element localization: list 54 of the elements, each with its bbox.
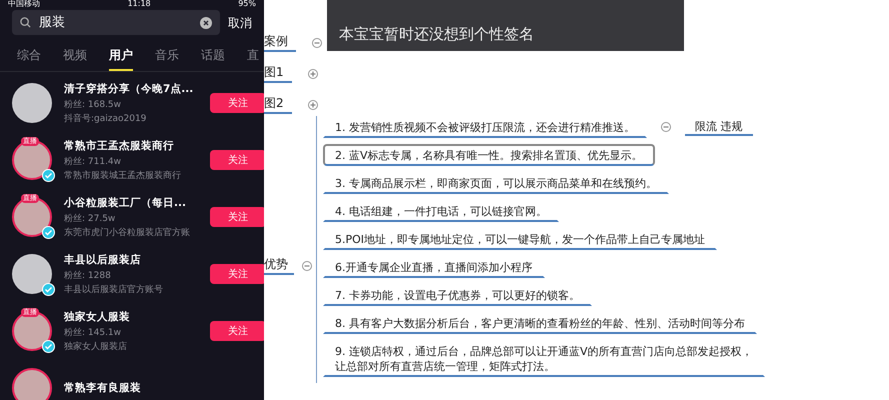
follow-button[interactable]: 关注 [210,207,264,227]
tab[interactable]: 用户 [109,41,133,71]
search-field[interactable]: 服装 [12,10,220,35]
mindmap-node[interactable]: 5.POI地址，即专属地址定位，可以一键导航，发一个作品带上自己专属地址 [323,228,718,250]
mindmap-node[interactable]: 8. 具有客户大数据分析后台，客户更清晰的查看粉丝的年龄、性别、活动时间等分布 [323,312,757,334]
mindmap-node[interactable]: 2. 蓝V标志专属，名称具有唯一性。搜索排名置顶、优先显示。 [323,144,655,166]
collapse-icon[interactable] [661,122,671,132]
tab[interactable]: 综合 [17,41,41,71]
user-name[interactable]: 独家女人服装 [64,310,132,324]
follow-button[interactable]: 关注 [210,321,264,341]
fans-count: 粉丝: 145.1w [64,328,122,338]
mindmap-node[interactable]: 图2 [264,95,292,114]
expand-icon[interactable] [308,100,318,110]
user-description: 东莞市虎门小谷粒服装店官方账 [64,228,191,238]
mindmap-node[interactable]: 9. 连锁店特权，通过后台，品牌总部可以让开通蓝V的所有直营门店向总部发起授权， 让总部对所有直营店统一管理，矩阵式打法。 [323,340,765,377]
user-name[interactable]: 常熟市王孟杰服装商行 [64,138,176,154]
follow-button[interactable]: 关注 [210,264,264,284]
mindmap-node[interactable]: 图1 [264,64,292,83]
mindmap-node[interactable]: 限流 违规 [685,118,752,136]
mindmap-node[interactable]: 优势 [264,256,294,275]
tab[interactable]: 话题 [201,41,225,71]
user-description: 常熟市服装城王孟杰服装商行 [64,170,182,182]
cancel-link[interactable]: 取消 [228,14,252,32]
mindmap-node[interactable]: 1. 发营销性质视频不会被评级打压限流，还会进行精准推送。 [323,116,647,138]
mindmap-node[interactable]: 4. 电话组建，一件打电话，可以链接官网。 [323,200,559,222]
user-name[interactable]: 常熟李有良服装 [64,380,143,396]
follow-button[interactable]: 关注 [210,93,264,113]
user-description: 丰县以后服装店官方账号 [64,284,164,296]
signature-text: 本宝宝暂时还没想到个性签名 [339,24,534,44]
clear-icon[interactable] [200,16,212,28]
time-text: 11:18 [128,0,151,8]
search-icon [20,17,31,28]
mindmap-node[interactable]: 6.开通专属企业直播，直播间添加小程序 [323,256,544,278]
fans-count: 粉丝: 1288 [64,270,112,282]
user-description: 抖音号:gaizao2019 [64,114,148,124]
tab[interactable]: 视频 [63,41,87,71]
mindmap-node[interactable]: 7. 卡券功能，设置电子优惠券，可以更好的锁客。 [323,284,592,306]
user-name[interactable]: 小谷粒服装工厂（每日... [64,196,188,210]
battery-text: 95% [238,0,256,8]
follow-button[interactable]: 关注 [210,150,264,170]
search-value: 服装 [39,14,66,32]
user-name[interactable]: 丰县以后服装店 [64,252,143,268]
tab[interactable]: 音乐 [155,41,179,71]
tab[interactable]: 直 [247,41,259,71]
fans-count: 粉丝: 168.5w [64,100,122,110]
fans-count: 粉丝: 27.5w [64,214,116,224]
user-description: 独家女人服装店 [64,342,128,352]
fans-count: 粉丝: 711.4w [64,156,122,168]
collapse-icon[interactable] [312,38,322,48]
user-name[interactable]: 清子穿搭分享（今晚7点... [64,82,196,96]
mindmap-node[interactable]: 案例 [264,33,296,52]
expand-icon[interactable] [308,68,318,78]
mindmap-node[interactable]: 3. 专属商品展示栏，即商家页面，可以展示商品菜单和在线预约。 [323,172,669,194]
collapse-icon[interactable] [302,260,312,270]
